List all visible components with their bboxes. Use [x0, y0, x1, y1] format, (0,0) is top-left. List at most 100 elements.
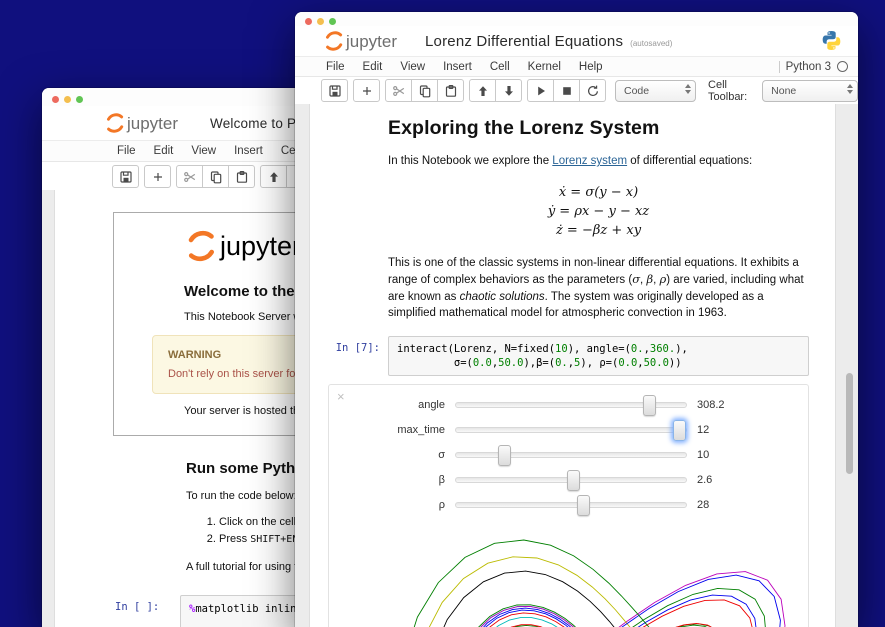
menu-edit[interactable]: Edit	[354, 61, 392, 73]
cell-type-select[interactable]: Code	[615, 80, 696, 102]
code-editor[interactable]: interact(Lorenz, N=fixed(10), angle=(0.,…	[388, 336, 809, 376]
cut-cells-button[interactable]	[176, 165, 203, 188]
zoom-window-button[interactable]	[329, 18, 336, 25]
zoom-window-button[interactable]	[76, 96, 83, 103]
insert-cell-below-icon	[360, 84, 374, 98]
copy-cells-icon	[418, 84, 432, 98]
slider-readout: 12	[697, 424, 709, 436]
menu-kernel[interactable]: Kernel	[519, 61, 570, 73]
description-paragraph: This is one of the classic systems in no…	[388, 255, 809, 322]
widget-sliders: angle308.2max_time12σ10β2.6ρ28	[329, 393, 808, 518]
code-line: σ=(0.0,50.0),β=(0.,5), ρ=(0.0,50.0))	[397, 356, 800, 370]
close-window-button[interactable]	[52, 96, 59, 103]
menu-file[interactable]: File	[108, 145, 145, 157]
menu-help[interactable]: Help	[570, 61, 612, 73]
lorenz-trajectory	[429, 571, 665, 627]
svg-text:jupyter: jupyter	[219, 231, 301, 261]
slider-track[interactable]	[455, 427, 687, 433]
cut-cells-button[interactable]	[385, 79, 412, 102]
lorenz-equations: ẋ = σ(y − x)ẏ = ρx − y − xzż = −βz + xy	[388, 183, 809, 240]
save-icon	[328, 84, 342, 98]
slider-handle[interactable]	[577, 495, 590, 516]
menu-view[interactable]: View	[182, 145, 225, 157]
text-segment: of differential equations:	[627, 155, 752, 167]
slider-handle[interactable]	[643, 395, 656, 416]
move-cell-up-button[interactable]	[260, 165, 287, 188]
slider-track[interactable]	[455, 402, 687, 408]
toolbar-button-group	[353, 79, 380, 102]
cell-toolbar-select[interactable]: None	[762, 80, 858, 102]
text-segment: chaotic solutions	[460, 291, 545, 303]
interact-code-cell: In [7]: interact(Lorenz, N=fixed(10), an…	[328, 336, 809, 376]
menu-edit[interactable]: Edit	[145, 145, 183, 157]
save-button[interactable]	[112, 165, 139, 188]
menu-insert[interactable]: Insert	[225, 145, 272, 157]
slider-track[interactable]	[455, 502, 687, 508]
widget-slider-row: β2.6	[329, 468, 808, 493]
slider-handle[interactable]	[498, 445, 511, 466]
slider-track[interactable]	[455, 452, 687, 458]
copy-cells-button[interactable]	[412, 79, 438, 102]
paste-cells-button[interactable]	[438, 79, 464, 102]
scrollbar-thumb[interactable]	[846, 373, 853, 474]
menu-cell[interactable]: Cell	[481, 61, 519, 73]
menu-view[interactable]: View	[391, 61, 434, 73]
move-cell-up-icon	[476, 84, 490, 98]
restart-kernel-button[interactable]	[580, 79, 606, 102]
toolbar-button-group	[144, 165, 171, 188]
lorenz-trajectory	[460, 575, 780, 627]
front-notebook-window[interactable]: jupyter Lorenz Differential Equations (a…	[295, 12, 858, 627]
cell-prompt: In [ ]:	[113, 595, 180, 627]
lorenz-trajectory	[415, 556, 714, 627]
toolbar-button-group	[176, 165, 255, 188]
slider-label: ρ	[335, 499, 455, 511]
paste-cells-button[interactable]	[229, 165, 255, 188]
equation-line: ż = −βz + xy	[388, 221, 809, 240]
text-segment: Press	[219, 533, 250, 545]
notebook-heading: Exploring the Lorenz System	[388, 117, 809, 140]
intro-paragraph: In this Notebook we explore the Lorenz s…	[388, 153, 809, 170]
lorenz-trajectory	[458, 571, 785, 627]
cut-cells-icon	[392, 84, 406, 98]
scrollbar-track[interactable]	[845, 104, 855, 627]
insert-cell-below-button[interactable]	[144, 165, 171, 188]
slider-handle[interactable]	[567, 470, 580, 491]
slider-label: angle	[335, 399, 455, 411]
front-toolbar: CodeCell Toolbar:None	[295, 77, 858, 105]
minimize-window-button[interactable]	[317, 18, 324, 25]
menu-insert[interactable]: Insert	[434, 61, 481, 73]
front-notebook-sheet: Exploring the Lorenz System In this Note…	[309, 104, 836, 627]
copy-cells-button[interactable]	[203, 165, 229, 188]
widget-slider-row: σ10	[329, 443, 808, 468]
run-cell-button[interactable]	[527, 79, 554, 102]
move-cell-up-button[interactable]	[469, 79, 496, 102]
widget-slider-row: ρ 28	[329, 493, 808, 518]
lorenz-attractor-figure	[393, 532, 793, 627]
jupyter-logo: jupyter	[323, 29, 409, 53]
menu-file[interactable]: File	[317, 61, 354, 73]
widget-close-icon[interactable]: ×	[337, 390, 345, 403]
python-logo-icon	[821, 30, 842, 51]
front-menubar: FileEditViewInsertCellKernelHelp Python 3	[295, 56, 858, 77]
slider-label: max_time	[335, 424, 455, 436]
move-cell-down-icon	[502, 84, 516, 98]
lorenz-plot	[393, 532, 808, 627]
front-titlebar[interactable]	[295, 12, 858, 26]
slider-handle[interactable]	[673, 420, 686, 441]
front-notebook-title[interactable]: Lorenz Differential Equations	[425, 33, 623, 50]
slider-track[interactable]	[455, 477, 687, 483]
lorenz-system-link[interactable]: Lorenz system	[552, 155, 627, 167]
interrupt-kernel-button[interactable]	[554, 79, 580, 102]
toolbar-button-group	[385, 79, 464, 102]
restart-kernel-icon	[586, 84, 600, 98]
insert-cell-below-button[interactable]	[353, 79, 380, 102]
slider-readout: 28	[697, 499, 709, 511]
kernel-name: Python 3	[786, 61, 831, 73]
move-cell-down-button[interactable]	[496, 79, 522, 102]
code-line: interact(Lorenz, N=fixed(10), angle=(0.,…	[397, 342, 800, 356]
save-button[interactable]	[321, 79, 348, 102]
close-window-button[interactable]	[305, 18, 312, 25]
selected-value: Code	[624, 85, 649, 97]
minimize-window-button[interactable]	[64, 96, 71, 103]
front-notebook-page: Exploring the Lorenz System In this Note…	[295, 104, 858, 627]
